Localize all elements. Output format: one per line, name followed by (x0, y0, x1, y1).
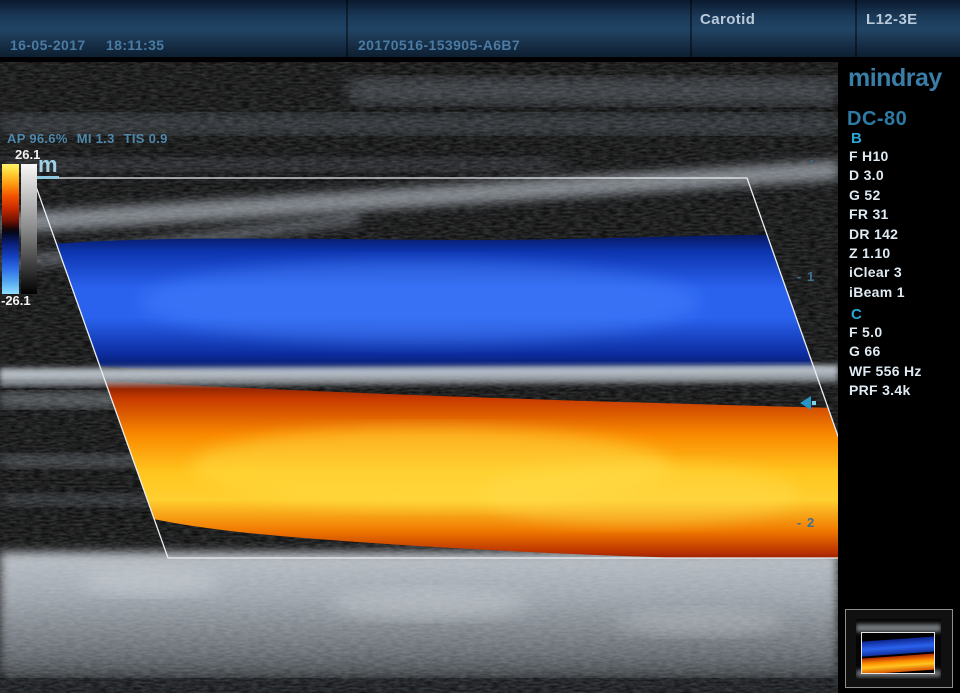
thumb-tissue-streak (856, 624, 941, 632)
param-dynamic-range: DR 142 (849, 225, 905, 244)
color-mode-section-label: C (851, 306, 862, 323)
brand-logo: mindray (848, 64, 942, 93)
topbar-divider (346, 0, 348, 57)
param-wall-filter: WF 556 Hz (849, 362, 922, 381)
param-c-gain: G 66 (849, 342, 922, 361)
thumb-orange-flow (861, 653, 935, 674)
param-ibeam: iBeam 1 (849, 283, 905, 302)
param-c-frequency: F 5.0 (849, 323, 922, 342)
clipboard-thumbnail[interactable] (845, 609, 953, 688)
color-mode-params: F 5.0 G 66 WF 556 Hz PRF 3.4k (849, 323, 922, 401)
grayscale-bar (21, 164, 37, 294)
param-gain: G 52 (849, 186, 905, 205)
param-frequency: F H10 (849, 147, 905, 166)
b-mode-section-label: B (851, 130, 862, 147)
color-scale-min: -26.1 (1, 293, 31, 308)
exam-preset-button[interactable]: Carotid (700, 11, 755, 28)
ultrasound-image-canvas[interactable]: AP 96.6%MI 1.3TIS 0.9 26.1 -26.1 m - 1 -… (0, 62, 838, 693)
top-status-bar: 16-05-2017 18:11:35 20170516-153905-A6B7… (0, 0, 960, 57)
system-model: DC-80 (847, 108, 907, 131)
depth-marker-2: - 2 (797, 515, 815, 530)
b-mode-params: F H10 D 3.0 G 52 FR 31 DR 142 Z 1.10 iCl… (849, 147, 905, 302)
focus-dot (812, 401, 816, 405)
thermal-index: TIS 0.9 (124, 131, 168, 146)
param-frame-rate: FR 31 (849, 205, 905, 224)
param-zoom: Z 1.10 (849, 244, 905, 263)
thumb-roi-box (861, 632, 935, 674)
depth-tick (810, 160, 813, 163)
depth-marker-1: - 1 (797, 269, 815, 284)
thumbnail-image[interactable] (856, 619, 941, 679)
param-depth: D 3.0 (849, 166, 905, 185)
map-mark: m (37, 155, 59, 179)
color-doppler-scale-bar (2, 164, 19, 294)
exam-date: 16-05-2017 (10, 37, 86, 53)
acoustic-output-readout: AP 96.6% MI 1.3 TIS 0.9 (7, 131, 177, 146)
topbar-divider (690, 0, 692, 57)
exam-time: 18:11:35 (106, 37, 164, 53)
exam-id: 20170516-153905-A6B7 (358, 37, 520, 53)
parameter-panel: mindray DC-80 B F H10 D 3.0 G 52 FR 31 D… (838, 62, 960, 693)
mechanical-index: MI 1.3 (77, 131, 115, 146)
acoustic-power: AP 96.6% (7, 131, 68, 146)
topbar-divider (855, 0, 857, 57)
ultrasound-b-mode-image (0, 62, 838, 693)
param-iclear: iClear 3 (849, 263, 905, 282)
probe-name-button[interactable]: L12-3E (866, 11, 918, 28)
param-prf: PRF 3.4k (849, 381, 922, 400)
ultrasound-screen: 16-05-2017 18:11:35 20170516-153905-A6B7… (0, 0, 960, 693)
focus-position-icon[interactable] (800, 396, 811, 410)
